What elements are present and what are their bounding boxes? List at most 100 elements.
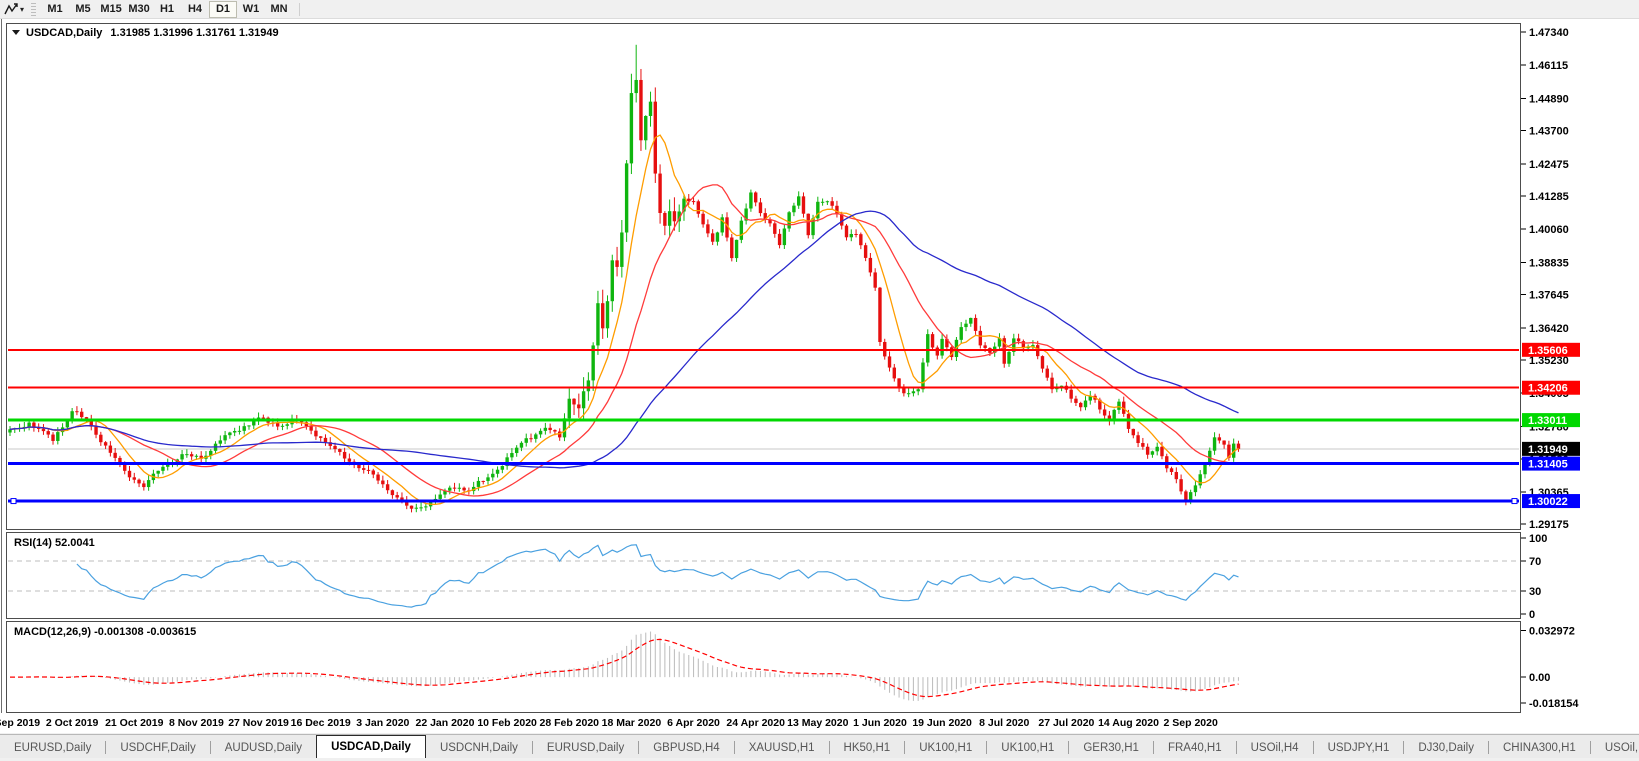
tab-eurusd-daily[interactable]: EURUSD,Daily (533, 738, 638, 758)
tab-usdjpy-h1[interactable]: USDJPY,H1 (1314, 738, 1404, 758)
candle-body (247, 425, 250, 426)
candle-body (1156, 447, 1159, 452)
timeframe-button-d1[interactable]: D1 (209, 1, 237, 18)
candle-body (515, 448, 518, 453)
candle-body (1041, 356, 1044, 368)
timeframe-button-m5[interactable]: M5 (69, 1, 97, 18)
candle-body (711, 233, 714, 241)
tab-fra40-h1[interactable]: FRA40,H1 (1154, 738, 1236, 758)
candle-body (190, 454, 193, 456)
candle-body (850, 234, 853, 237)
tab-usdchf-daily[interactable]: USDCHF,Daily (106, 738, 209, 758)
date-tick-label: 6 Apr 2020 (667, 717, 720, 729)
candle-body (1213, 437, 1216, 450)
tab-xauusd-h1[interactable]: XAUUSD,H1 (735, 738, 829, 758)
candle-body (333, 446, 336, 449)
date-tick-label: 10 Feb 2020 (477, 717, 537, 729)
candle-body (400, 497, 403, 499)
candle-body (830, 201, 833, 206)
date-tick-label: 13 May 2020 (787, 717, 848, 729)
toolbar-grip[interactable] (30, 3, 36, 16)
timeframe-button-mn[interactable]: MN (265, 1, 293, 18)
tab-ger30-h1[interactable]: GER30,H1 (1069, 738, 1153, 758)
candle-body (620, 232, 623, 266)
rsi-label: RSI(14) 52.0041 (14, 537, 95, 549)
candle-body (754, 192, 757, 202)
price-tick-label: 1.36420 (1529, 323, 1569, 335)
candle-body (940, 339, 943, 356)
candle-body (926, 334, 929, 362)
candle-body (778, 234, 781, 245)
rsi-pane[interactable] (7, 533, 1521, 619)
price-tick-label: 1.29175 (1529, 519, 1569, 531)
candle-body (501, 466, 504, 470)
candle-body (491, 474, 494, 478)
timeframe-button-h4[interactable]: H4 (181, 1, 209, 18)
tab-gbpusd-h4[interactable]: GBPUSD,H4 (639, 738, 733, 758)
timeframe-button-h1[interactable]: H1 (153, 1, 181, 18)
tab-hk50-h1[interactable]: HK50,H1 (830, 738, 905, 758)
draw-tool-button[interactable]: ▾ (3, 2, 26, 16)
candle-body (47, 431, 50, 434)
price-tick-label: 1.44890 (1529, 93, 1569, 105)
date-tick-label: 27 Jul 2020 (1038, 717, 1094, 729)
candle-body (544, 428, 547, 431)
candle-body (1146, 447, 1149, 455)
tab-usdcad-daily[interactable]: USDCAD,Daily (316, 735, 426, 758)
tab-usdcnh-daily[interactable]: USDCNH,Daily (426, 738, 532, 758)
candle-body (104, 442, 107, 445)
candle-body (372, 470, 375, 474)
candle-body (921, 363, 924, 390)
candle-body (634, 80, 637, 93)
candle-body (625, 163, 628, 232)
tab-eurusd-daily[interactable]: EURUSD,Daily (0, 738, 105, 758)
price-tick-label: 1.40060 (1529, 224, 1569, 236)
candle-body (75, 411, 78, 412)
main-pane[interactable] (7, 24, 1521, 530)
candle-body (1084, 401, 1087, 408)
timeframe-button-m30[interactable]: M30 (125, 1, 153, 18)
hline-handle[interactable] (11, 499, 16, 504)
candle-body (859, 234, 862, 245)
timeframe-button-m1[interactable]: M1 (41, 1, 69, 18)
candle-body (482, 481, 485, 482)
tab-dj30-daily[interactable]: DJ30,Daily (1404, 738, 1488, 758)
candle-body (128, 471, 131, 478)
rsi-tick-label: 0 (1529, 609, 1535, 621)
candle-body (692, 201, 695, 202)
candle-body (496, 470, 499, 474)
candle-body (749, 192, 752, 208)
candle-body (1103, 409, 1106, 415)
candle-body (792, 206, 795, 213)
candle-body (936, 348, 939, 356)
date-tick-label: 19 Jun 2020 (912, 717, 972, 729)
timeframe-button-m15[interactable]: M15 (97, 1, 125, 18)
hline-handle[interactable] (1512, 499, 1517, 504)
date-axis[interactable]: 13 Sep 20192 Oct 201921 Oct 20198 Nov 20… (0, 713, 1639, 733)
tab-usoil-h4[interactable]: USOil,H4 (1237, 738, 1313, 758)
candle-body (878, 288, 881, 342)
chevron-down-icon[interactable]: ▾ (20, 5, 24, 14)
candle-body (113, 453, 116, 458)
candle-body (367, 470, 370, 471)
date-tick-label: 2 Sep 2020 (1164, 717, 1218, 729)
candle-body (1079, 403, 1082, 407)
candle-body (219, 440, 222, 443)
tab-uk100-h1[interactable]: UK100,H1 (905, 738, 986, 758)
macd-pane[interactable] (7, 622, 1521, 713)
candle-body (587, 380, 590, 391)
tab-audusd-daily[interactable]: AUDUSD,Daily (211, 738, 316, 758)
candle-body (582, 391, 585, 408)
candle-body (80, 412, 83, 417)
candle-body (969, 318, 972, 324)
tab-china300-h1[interactable]: CHINA300,H1 (1489, 738, 1590, 758)
candle-body (1007, 352, 1010, 364)
tab-usoil-h1[interactable]: USOil,H1 (1591, 738, 1639, 758)
tab-uk100-h1[interactable]: UK100,H1 (987, 738, 1068, 758)
candle-body (615, 260, 618, 267)
candle-body (486, 477, 489, 481)
timeframe-button-w1[interactable]: W1 (237, 1, 265, 18)
chart-surface[interactable]: 10070300 0.0329720.00-0.018154 1.473401.… (0, 19, 1639, 713)
candle-body (807, 214, 810, 235)
rsi-tick-label: 70 (1529, 556, 1541, 568)
